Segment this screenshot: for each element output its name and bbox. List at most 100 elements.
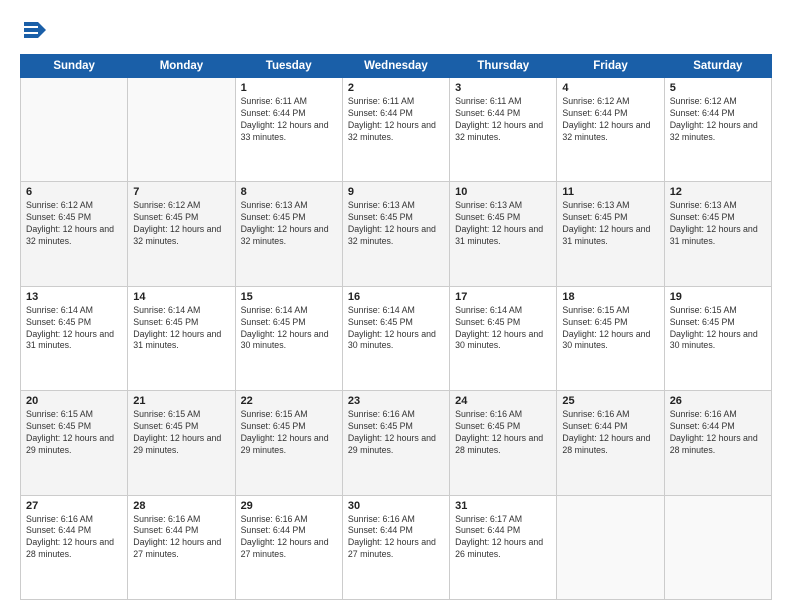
calendar-cell <box>664 495 771 599</box>
day-number: 14 <box>133 291 229 303</box>
day-number: 4 <box>562 82 658 94</box>
calendar-week-1: 1 Sunrise: 6:11 AMSunset: 6:44 PMDaylight… <box>21 78 772 182</box>
calendar-cell: 9Sunrise: 6:13 AMSunset: 6:45 PMDaylight… <box>342 182 449 286</box>
day-number: 17 <box>455 291 551 303</box>
calendar-cell: 25Sunrise: 6:16 AMSunset: 6:44 PMDayligh… <box>557 391 664 495</box>
day-info: Sunrise: 6:16 AMSunset: 6:44 PMDaylight:… <box>670 409 766 457</box>
day-info: Sunrise: 6:16 AMSunset: 6:44 PMDaylight:… <box>348 514 444 562</box>
calendar-cell: 20Sunrise: 6:15 AMSunset: 6:45 PMDayligh… <box>21 391 128 495</box>
day-info: Sunrise: 6:14 AMSunset: 6:45 PMDaylight:… <box>348 305 444 353</box>
day-info: Sunrise: 6:11 AMSunset: 6:44 PMDaylight:… <box>455 96 551 144</box>
day-number: 13 <box>26 291 122 303</box>
day-number: 18 <box>562 291 658 303</box>
day-number: 7 <box>133 186 229 198</box>
logo <box>20 16 52 44</box>
col-header-monday: Monday <box>128 55 235 78</box>
day-number: 2 <box>348 82 444 94</box>
day-info: Sunrise: 6:13 AMSunset: 6:45 PMDaylight:… <box>562 200 658 248</box>
calendar-cell: 11 Sunrise: 6:13 AMSunset: 6:45 PMDayligh… <box>557 182 664 286</box>
calendar-cell: 10 Sunrise: 6:13 AMSunset: 6:45 PMDayligh… <box>450 182 557 286</box>
day-number: 19 <box>670 291 766 303</box>
day-info: Sunrise: 6:16 AMSunset: 6:44 PMDaylight:… <box>133 514 229 562</box>
calendar-cell: 28 Sunrise: 6:16 AMSunset: 6:44 PMDayligh… <box>128 495 235 599</box>
calendar-cell: 26 Sunrise: 6:16 AMSunset: 6:44 PMDayligh… <box>664 391 771 495</box>
day-info: Sunrise: 6:15 AMSunset: 6:45 PMDaylight:… <box>133 409 229 457</box>
day-info: Sunrise: 6:12 AMSunset: 6:44 PMDaylight:… <box>562 96 658 144</box>
calendar-cell <box>557 495 664 599</box>
col-header-thursday: Thursday <box>450 55 557 78</box>
day-number: 5 <box>670 82 766 94</box>
calendar-cell: 5 Sunrise: 6:12 AMSunset: 6:44 PMDaylight… <box>664 78 771 182</box>
day-info: Sunrise: 6:14 AMSunset: 6:45 PMDaylight:… <box>26 305 122 353</box>
day-number: 26 <box>670 395 766 407</box>
calendar-week-2: 6 Sunrise: 6:12 AMSunset: 6:45 PMDaylight… <box>21 182 772 286</box>
day-number: 22 <box>241 395 337 407</box>
calendar-cell: 6 Sunrise: 6:12 AMSunset: 6:45 PMDaylight… <box>21 182 128 286</box>
day-number: 15 <box>241 291 337 303</box>
day-info: Sunrise: 6:16 AMSunset: 6:45 PMDaylight:… <box>455 409 551 457</box>
calendar-cell: 14 Sunrise: 6:14 AMSunset: 6:45 PMDayligh… <box>128 286 235 390</box>
calendar-cell: 31Sunrise: 6:17 AMSunset: 6:44 PMDayligh… <box>450 495 557 599</box>
calendar-cell <box>21 78 128 182</box>
calendar-table: SundayMondayTuesdayWednesdayThursdayFrid… <box>20 54 772 600</box>
day-info: Sunrise: 6:14 AMSunset: 6:45 PMDaylight:… <box>133 305 229 353</box>
day-info: Sunrise: 6:11 AMSunset: 6:44 PMDaylight:… <box>241 96 337 144</box>
calendar-cell: 23Sunrise: 6:16 AMSunset: 6:45 PMDayligh… <box>342 391 449 495</box>
calendar-cell: 8 Sunrise: 6:13 AMSunset: 6:45 PMDaylight… <box>235 182 342 286</box>
day-info: Sunrise: 6:13 AMSunset: 6:45 PMDaylight:… <box>455 200 551 248</box>
calendar-cell: 16 Sunrise: 6:14 AMSunset: 6:45 PMDayligh… <box>342 286 449 390</box>
day-info: Sunrise: 6:12 AMSunset: 6:45 PMDaylight:… <box>133 200 229 248</box>
day-info: Sunrise: 6:16 AMSunset: 6:44 PMDaylight:… <box>26 514 122 562</box>
calendar-cell: 4 Sunrise: 6:12 AMSunset: 6:44 PMDaylight… <box>557 78 664 182</box>
calendar-cell: 22 Sunrise: 6:15 AMSunset: 6:45 PMDayligh… <box>235 391 342 495</box>
day-number: 28 <box>133 500 229 512</box>
day-number: 12 <box>670 186 766 198</box>
page-header <box>20 16 772 44</box>
day-number: 23 <box>348 395 444 407</box>
day-number: 11 <box>562 186 658 198</box>
col-header-friday: Friday <box>557 55 664 78</box>
calendar-week-4: 20Sunrise: 6:15 AMSunset: 6:45 PMDayligh… <box>21 391 772 495</box>
calendar-cell: 29 Sunrise: 6:16 AMSunset: 6:44 PMDayligh… <box>235 495 342 599</box>
day-number: 3 <box>455 82 551 94</box>
calendar-cell: 12 Sunrise: 6:13 AMSunset: 6:45 PMDayligh… <box>664 182 771 286</box>
day-number: 8 <box>241 186 337 198</box>
logo-icon <box>20 16 48 44</box>
day-number: 24 <box>455 395 551 407</box>
calendar-cell: 1 Sunrise: 6:11 AMSunset: 6:44 PMDaylight… <box>235 78 342 182</box>
day-number: 29 <box>241 500 337 512</box>
calendar-cell: 21Sunrise: 6:15 AMSunset: 6:45 PMDayligh… <box>128 391 235 495</box>
day-info: Sunrise: 6:16 AMSunset: 6:44 PMDaylight:… <box>241 514 337 562</box>
calendar-cell: 24 Sunrise: 6:16 AMSunset: 6:45 PMDayligh… <box>450 391 557 495</box>
day-number: 10 <box>455 186 551 198</box>
calendar-week-3: 13 Sunrise: 6:14 AMSunset: 6:45 PMDayligh… <box>21 286 772 390</box>
day-info: Sunrise: 6:12 AMSunset: 6:44 PMDaylight:… <box>670 96 766 144</box>
day-info: Sunrise: 6:14 AMSunset: 6:45 PMDaylight:… <box>455 305 551 353</box>
day-info: Sunrise: 6:12 AMSunset: 6:45 PMDaylight:… <box>26 200 122 248</box>
calendar-cell: 18Sunrise: 6:15 AMSunset: 6:45 PMDayligh… <box>557 286 664 390</box>
day-number: 1 <box>241 82 337 94</box>
calendar-cell: 2 Sunrise: 6:11 AMSunset: 6:44 PMDaylight… <box>342 78 449 182</box>
col-header-saturday: Saturday <box>664 55 771 78</box>
day-info: Sunrise: 6:13 AMSunset: 6:45 PMDaylight:… <box>670 200 766 248</box>
day-number: 16 <box>348 291 444 303</box>
calendar-cell: 27 Sunrise: 6:16 AMSunset: 6:44 PMDayligh… <box>21 495 128 599</box>
col-header-tuesday: Tuesday <box>235 55 342 78</box>
calendar-cell: 3 Sunrise: 6:11 AMSunset: 6:44 PMDaylight… <box>450 78 557 182</box>
calendar-cell: 17 Sunrise: 6:14 AMSunset: 6:45 PMDayligh… <box>450 286 557 390</box>
day-number: 31 <box>455 500 551 512</box>
day-number: 9 <box>348 186 444 198</box>
day-info: Sunrise: 6:11 AMSunset: 6:44 PMDaylight:… <box>348 96 444 144</box>
calendar-cell: 13 Sunrise: 6:14 AMSunset: 6:45 PMDayligh… <box>21 286 128 390</box>
day-info: Sunrise: 6:15 AMSunset: 6:45 PMDaylight:… <box>26 409 122 457</box>
calendar-cell <box>128 78 235 182</box>
calendar-cell: 15Sunrise: 6:14 AMSunset: 6:45 PMDayligh… <box>235 286 342 390</box>
day-info: Sunrise: 6:15 AMSunset: 6:45 PMDaylight:… <box>241 409 337 457</box>
calendar-cell: 19Sunrise: 6:15 AMSunset: 6:45 PMDayligh… <box>664 286 771 390</box>
calendar-week-5: 27 Sunrise: 6:16 AMSunset: 6:44 PMDayligh… <box>21 495 772 599</box>
day-number: 27 <box>26 500 122 512</box>
day-number: 25 <box>562 395 658 407</box>
day-number: 6 <box>26 186 122 198</box>
day-number: 30 <box>348 500 444 512</box>
day-info: Sunrise: 6:13 AMSunset: 6:45 PMDaylight:… <box>241 200 337 248</box>
